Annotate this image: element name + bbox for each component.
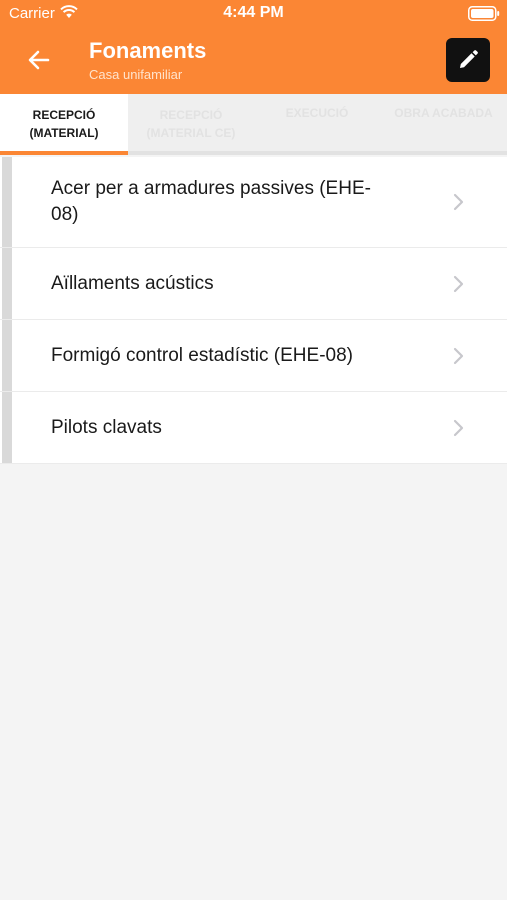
tab-label-line1: RECEPCIÓ <box>32 107 96 122</box>
tab-label-line2: (MATERIAL CE) <box>146 125 236 140</box>
status-time: 4:44 PM <box>223 4 284 21</box>
app-header: Carrier 4:44 PM Fonaments Casa unifamili… <box>0 0 507 94</box>
tab-bar: RECEPCIÓ (MATERIAL) RECEPCIÓ (MATERIAL C… <box>0 94 507 155</box>
item-status-bar <box>2 392 12 463</box>
list-item-label: Formigó control estadístic (EHE-08) <box>51 344 353 366</box>
tab-label: EXECUCIÓ <box>285 106 349 120</box>
item-status-bar <box>2 157 12 247</box>
battery-icon <box>468 6 500 21</box>
tab-label-line1: RECEPCIÓ <box>159 107 223 122</box>
edit-button[interactable] <box>446 38 490 82</box>
chevron-right-icon <box>453 193 464 211</box>
item-status-bar <box>2 320 12 391</box>
tab-label: OBRA ACABADA <box>394 106 493 120</box>
page-subtitle: Casa unifamiliar <box>89 67 183 82</box>
tab-recepcio-material-ce[interactable]: RECEPCIÓ (MATERIAL CE) <box>128 94 254 151</box>
material-list: Acer per a armadures passives (EHE-08) A… <box>0 157 507 464</box>
tab-label-line2: (MATERIAL) <box>29 125 99 140</box>
back-button[interactable] <box>22 45 56 75</box>
list-item[interactable]: Acer per a armadures passives (EHE-08) <box>0 157 507 248</box>
list-item[interactable]: Pilots clavats <box>0 392 507 464</box>
list-item-label: Pilots clavats <box>51 416 162 438</box>
active-tab-indicator <box>0 151 128 155</box>
list-item-label: Aïllaments acústics <box>51 272 214 294</box>
list-item[interactable]: Formigó control estadístic (EHE-08) <box>0 320 507 392</box>
list-item-label: Acer per a armadures passives (EHE-08) <box>51 178 371 225</box>
chevron-right-icon <box>453 347 464 364</box>
arrow-left-icon <box>28 50 50 70</box>
chevron-right-icon <box>453 419 464 436</box>
tab-execucio[interactable]: EXECUCIÓ <box>254 94 380 151</box>
pencil-icon <box>460 50 478 68</box>
page-title: Fonaments <box>89 38 207 63</box>
tab-recepcio-material[interactable]: RECEPCIÓ (MATERIAL) <box>0 94 128 151</box>
list-item[interactable]: Aïllaments acústics <box>0 248 507 320</box>
status-bar: Carrier 4:44 PM <box>0 0 507 28</box>
item-status-bar <box>2 248 12 319</box>
tab-obra-acabada[interactable]: OBRA ACABADA <box>380 94 507 151</box>
chevron-right-icon <box>453 275 464 292</box>
